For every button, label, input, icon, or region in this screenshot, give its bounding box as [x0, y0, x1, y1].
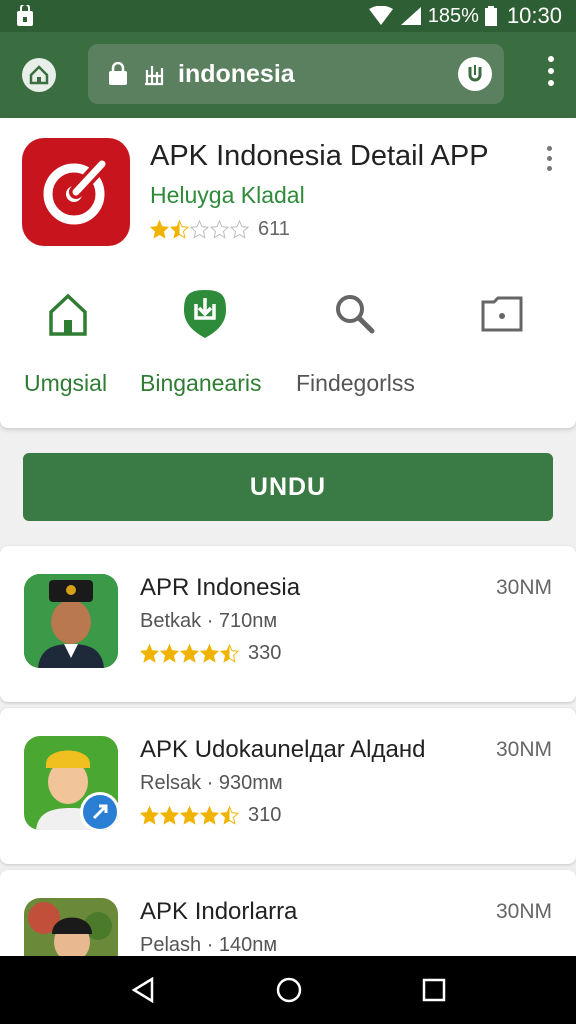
browser-menu-button[interactable] — [548, 56, 554, 86]
battery-level: 185% — [427, 4, 479, 27]
tab-label: Binganearis — [140, 370, 262, 396]
tab-search[interactable]: Findegorlss — [296, 288, 415, 397]
clock: 10:30 — [506, 3, 562, 28]
app-avatar — [24, 736, 118, 830]
app-rating: 310 — [140, 804, 281, 827]
home-icon — [29, 65, 49, 85]
home-icon — [49, 293, 87, 336]
address-bar[interactable]: indonesia — [88, 44, 504, 104]
dot-icon — [547, 156, 552, 161]
recents-icon[interactable] — [422, 978, 446, 1002]
dot-icon — [547, 166, 552, 171]
rating-count: 611 — [258, 218, 290, 240]
star-icon — [180, 806, 199, 825]
star-icon — [200, 806, 219, 825]
notification-icon — [17, 5, 33, 26]
dot-icon — [548, 68, 554, 74]
wifi-icon — [368, 6, 393, 25]
star-icon — [180, 644, 199, 663]
star-rating — [140, 644, 240, 663]
back-icon[interactable] — [130, 977, 156, 1003]
star-icon — [150, 220, 169, 239]
star-icon — [230, 220, 249, 239]
app-developer[interactable]: Heluyga Kladal — [150, 182, 305, 209]
app-name: APR Indonesia — [140, 574, 301, 601]
star-icon — [200, 644, 219, 663]
more-options-button[interactable] — [547, 146, 552, 171]
folder-icon — [481, 296, 523, 332]
star-rating — [140, 806, 240, 825]
site-icon — [145, 66, 164, 86]
star-icon — [170, 220, 189, 239]
status-bar: 185% 10:30 — [0, 0, 576, 32]
share-badge — [80, 792, 118, 830]
star-icon — [160, 644, 179, 663]
tab-categories[interactable] — [480, 288, 524, 340]
url-text: indonesia — [178, 59, 295, 88]
app-size: 30NM — [495, 576, 552, 599]
app-name: APK Udokaunelдar Alданd — [140, 736, 426, 763]
star-icon — [210, 220, 229, 239]
reader-button[interactable] — [458, 57, 492, 91]
home-circle-icon[interactable] — [275, 976, 303, 1004]
rating-count: 310 — [248, 804, 282, 826]
system-nav-bar — [0, 956, 576, 1024]
tab-home[interactable]: Umgsial — [24, 288, 107, 397]
signal-icon — [400, 7, 421, 25]
list-item[interactable]: APK Udokaunelдar Alданd 30NM Relsak · 93… — [0, 708, 576, 864]
app-avatar-icon — [24, 574, 118, 668]
reader-icon — [468, 65, 482, 82]
rating-count: 330 — [248, 642, 282, 664]
app-header-card: APK Indonesia Detail APP Heluyga Kladal … — [0, 118, 576, 428]
app-title: APK Indonesia Detail APP — [150, 140, 489, 172]
app-name: APK Indorlarra — [140, 898, 298, 925]
app-size: 30NM — [495, 900, 552, 923]
app-avatar — [24, 574, 118, 668]
tab-download[interactable]: Binganearis — [140, 288, 261, 397]
download-button[interactable]: UNDU — [23, 453, 553, 521]
search-icon — [336, 295, 375, 334]
app-rating: 611 — [150, 218, 290, 241]
lock-icon — [109, 62, 127, 85]
download-badge-icon — [184, 290, 226, 338]
app-meta: Pelash · 140nм — [140, 934, 278, 956]
dot-icon — [548, 56, 554, 62]
list-item[interactable]: APR Indonesia 30NM Betkak · 710nм 330 — [0, 546, 576, 702]
star-icon — [160, 806, 179, 825]
tab-label: Umgsial — [24, 370, 108, 396]
dot-icon — [547, 146, 552, 151]
star-icon — [220, 806, 239, 825]
star-icon — [190, 220, 209, 239]
app-rating: 330 — [140, 642, 281, 665]
app-logo[interactable] — [22, 138, 130, 246]
app-meta: Relsak · 930mм — [140, 772, 283, 794]
star-icon — [140, 806, 159, 825]
home-button[interactable] — [22, 58, 56, 92]
tab-label: Findegorlss — [296, 370, 415, 396]
dot-icon — [548, 80, 554, 86]
star-rating — [150, 220, 250, 239]
app-size: 30NM — [495, 738, 552, 761]
battery-icon — [484, 6, 497, 26]
browser-toolbar: indonesia — [0, 32, 576, 118]
app-meta: Betkak · 710nм — [140, 610, 278, 632]
arrow-icon — [92, 804, 108, 820]
app-logo-icon — [43, 157, 109, 225]
tab-row: Umgsial Binganearis Findegorlss — [0, 288, 576, 408]
star-icon — [220, 644, 239, 663]
star-icon — [140, 644, 159, 663]
